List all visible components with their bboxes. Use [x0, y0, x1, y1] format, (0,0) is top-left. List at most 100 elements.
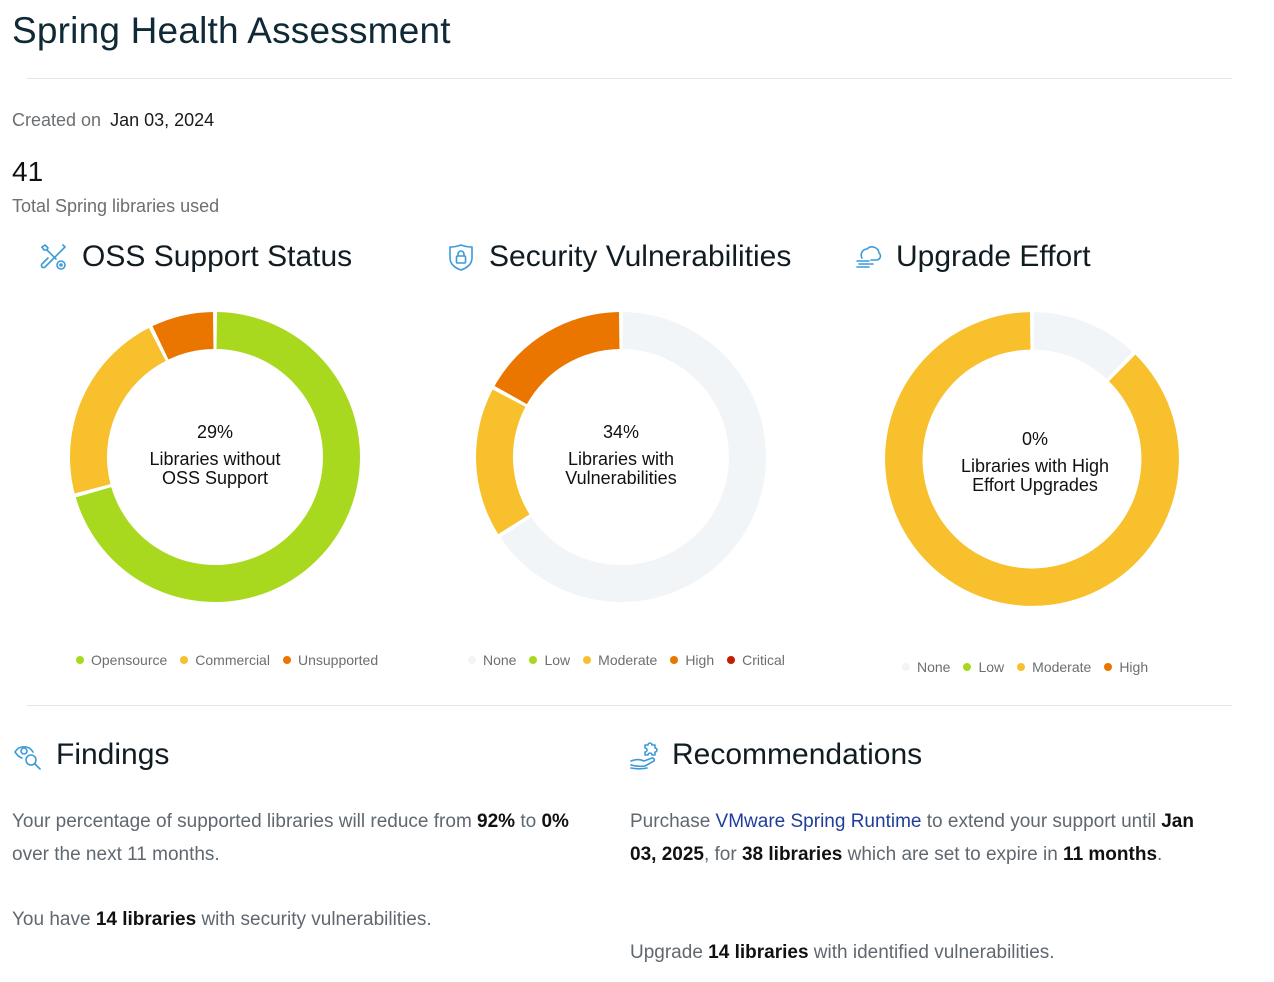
cloud-upgrade-icon	[856, 246, 882, 268]
created-on-date: Jan 03, 2024	[110, 110, 215, 130]
legend-dot-icon	[1104, 663, 1113, 671]
donut-slice-high	[494, 312, 620, 405]
total-libraries-count: 41	[12, 156, 44, 187]
legend-item-commercial[interactable]: Commercial	[180, 652, 270, 668]
vmware-spring-runtime-link[interactable]: VMware Spring Runtime	[716, 811, 922, 832]
expiring-libraries-count: 38 libraries	[741, 844, 843, 865]
upgrade-effort-center: 0% Libraries with High Effort Upgrades	[930, 430, 1140, 495]
findings-text: Your percentage of supported libraries w…	[12, 811, 478, 832]
legend-item-none[interactable]: None	[468, 652, 516, 668]
recommendations-text: Upgrade	[630, 942, 709, 963]
legend-item-critical[interactable]: Critical	[727, 652, 785, 668]
findings-title: Findings	[56, 738, 170, 771]
recommendations-text: Purchase	[630, 811, 716, 832]
security-center-pct: 34%	[602, 422, 640, 442]
legend-label: High	[685, 652, 715, 668]
upgrade-effort-title: Upgrade Effort	[896, 240, 1091, 273]
legend-label: Opensource	[91, 652, 168, 668]
legend-dot-icon	[76, 656, 84, 664]
findings-vulnerabilities-text: You have 14 libraries with security vuln…	[12, 903, 602, 936]
legend-item-opensource[interactable]: Opensource	[76, 652, 167, 668]
legend-item-high[interactable]: High	[670, 652, 714, 668]
upgrade-center-line2: Effort Upgrades	[972, 475, 1098, 495]
oss-support-center-line1: Libraries without	[149, 449, 281, 469]
recommendations-text: with identified vulnerabilities.	[808, 942, 1055, 963]
upgrade-center-pct: 0%	[1021, 429, 1048, 449]
legend-label: Unsupported	[297, 652, 379, 668]
oss-support-header: OSS Support Status	[38, 240, 352, 274]
page-title: Spring Health Assessment	[12, 10, 451, 51]
legend-label: Critical	[742, 652, 785, 668]
tools-icon	[40, 244, 66, 270]
legend-item-high[interactable]: High	[1104, 659, 1148, 675]
findings-to-pct: 0%	[541, 811, 569, 832]
security-vulnerabilities-center: 34% Libraries with Vulnerabilities	[521, 423, 721, 488]
findings-text: over the next 11 months.	[12, 844, 220, 865]
recommendations-text: which are set to expire in	[842, 844, 1064, 865]
legend-label: Commercial	[195, 652, 270, 668]
recommendations-upgrade-text: Upgrade 14 libraries with identified vul…	[630, 936, 1210, 969]
legend-dot-icon	[902, 663, 910, 671]
findings-text: You have	[12, 909, 96, 930]
legend-label: None	[917, 659, 951, 675]
recommendations-header: Recommendations	[628, 738, 922, 772]
oss-support-legend: Opensource Commercial Unsupported	[76, 652, 391, 668]
recommendations-text: to extend your support until	[921, 811, 1162, 832]
hand-puzzle-icon	[630, 742, 658, 770]
security-vulnerabilities-title: Security Vulnerabilities	[489, 240, 792, 273]
oss-support-title: OSS Support Status	[82, 240, 353, 273]
security-center-line1: Libraries with	[567, 449, 675, 469]
recommendations-title: Recommendations	[672, 738, 923, 771]
legend-item-low[interactable]: Low	[963, 659, 1004, 675]
legend-label: Low	[544, 652, 571, 668]
legend-dot-icon	[1017, 663, 1026, 671]
legend-dot-icon	[670, 656, 679, 664]
oss-support-center-pct: 29%	[196, 422, 234, 442]
legend-dot-icon	[180, 656, 189, 664]
security-vulnerabilities-legend: None Low Moderate High Critical	[468, 652, 798, 668]
expire-months: 11 months	[1063, 844, 1158, 865]
security-center-line2: Vulnerabilities	[565, 468, 677, 488]
legend-dot-icon	[282, 656, 291, 664]
legend-label: Moderate	[1032, 659, 1092, 675]
legend-dot-icon	[468, 656, 476, 664]
legend-label: Low	[978, 659, 1005, 675]
security-vulnerabilities-header: Security Vulnerabilities	[445, 240, 791, 274]
legend-item-low[interactable]: Low	[529, 652, 570, 668]
upgrade-libraries-count: 14 libraries	[708, 942, 809, 963]
eye-search-icon	[14, 745, 41, 770]
oss-support-center-line2: OSS Support	[161, 468, 269, 488]
legend-item-none[interactable]: None	[902, 659, 950, 675]
legend-item-moderate[interactable]: Moderate	[583, 652, 657, 668]
section-divider	[27, 705, 1232, 706]
recommendations-text: .	[1157, 844, 1163, 865]
legend-dot-icon	[583, 656, 592, 664]
findings-vuln-count: 14 libraries	[95, 909, 197, 930]
legend-dot-icon	[963, 663, 972, 671]
findings-from-pct: 92%	[477, 811, 516, 832]
findings-support-text: Your percentage of supported libraries w…	[12, 805, 602, 871]
recommendations-text: , for	[703, 844, 742, 865]
findings-header: Findings	[12, 738, 169, 772]
upgrade-center-line1: Libraries with High	[960, 456, 1110, 476]
legend-label: None	[483, 652, 517, 668]
legend-label: Moderate	[598, 652, 658, 668]
oss-support-center: 29% Libraries without OSS Support	[115, 423, 315, 488]
recommendations-purchase-text: Purchase VMware Spring Runtime to extend…	[630, 805, 1210, 871]
upgrade-effort-legend: None Low Moderate High	[902, 659, 1161, 675]
legend-dot-icon	[727, 656, 736, 664]
findings-text: with security vulnerabilities.	[196, 909, 432, 930]
header-divider	[27, 78, 1232, 79]
created-on-label: Created on	[12, 110, 102, 130]
shield-lock-icon	[449, 244, 473, 271]
legend-item-unsupported[interactable]: Unsupported	[282, 652, 379, 668]
legend-label: High	[1119, 659, 1149, 675]
donut-slice-unsupported	[152, 312, 214, 360]
upgrade-effort-header: Upgrade Effort	[852, 240, 1091, 274]
total-libraries-label: Total Spring libraries used	[12, 196, 220, 216]
legend-dot-icon	[529, 656, 538, 664]
findings-text: to	[515, 811, 542, 832]
legend-item-moderate[interactable]: Moderate	[1017, 659, 1091, 675]
created-on: Created on Jan 03, 2024	[12, 110, 214, 131]
donut-slice-none	[1033, 312, 1133, 380]
